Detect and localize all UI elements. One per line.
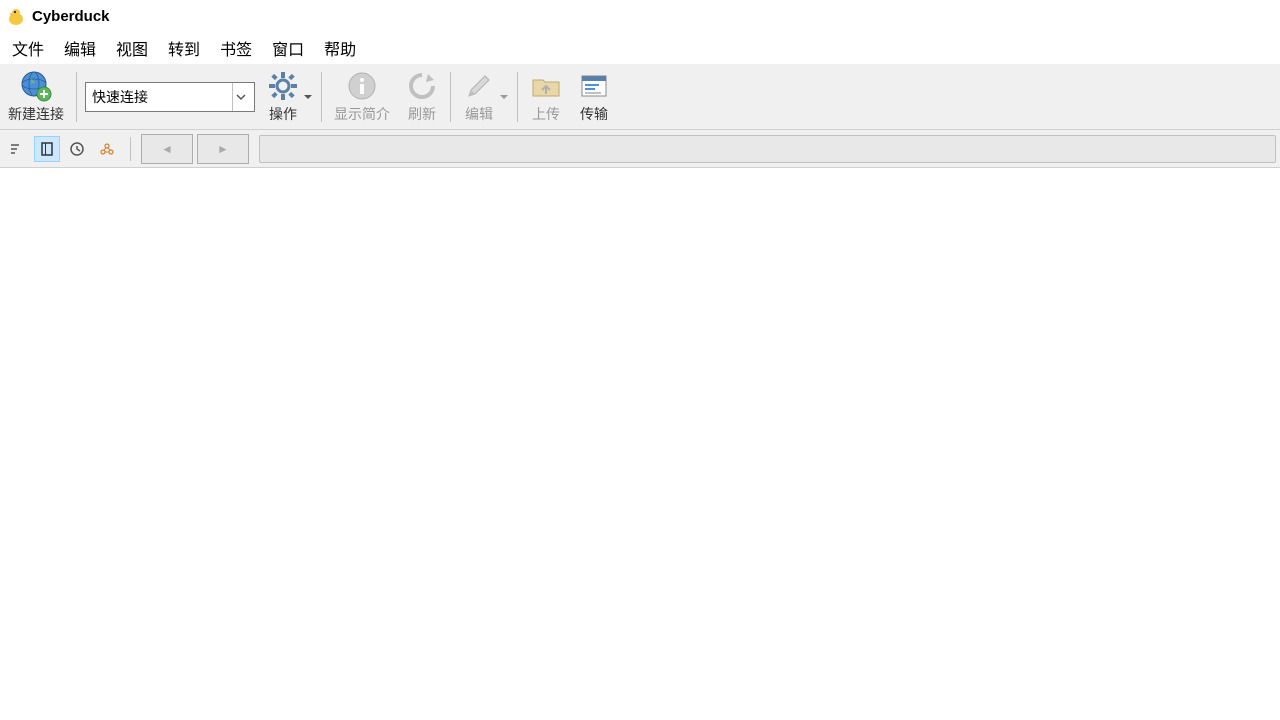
transfer-window-icon (578, 70, 610, 102)
app-title: Cyberduck (32, 8, 110, 25)
gear-icon (267, 70, 299, 102)
toolbar-separator (321, 72, 322, 122)
edit-label: 编辑 (465, 104, 493, 124)
transfer-button[interactable]: 传输 (570, 67, 618, 127)
toolbar-separator (76, 72, 77, 122)
menu-goto[interactable]: 转到 (158, 32, 210, 64)
titlebar: Cyberduck (0, 0, 1280, 32)
menu-view[interactable]: 视图 (106, 32, 158, 64)
toolbar-separator (517, 72, 518, 122)
info-icon (346, 70, 378, 102)
action-dropdown-icon[interactable] (303, 66, 313, 127)
list-sort-icon[interactable] (4, 136, 30, 162)
toolbar-separator (450, 72, 451, 122)
forward-button[interactable]: ► (197, 134, 249, 164)
forward-arrow-icon: ► (217, 142, 229, 156)
upload-label: 上传 (532, 104, 560, 124)
history-view-icon[interactable] (64, 136, 90, 162)
show-info-label: 显示简介 (334, 104, 390, 124)
new-connection-button[interactable]: 新建连接 (0, 67, 72, 127)
action-label: 操作 (269, 104, 297, 124)
menu-file[interactable]: 文件 (2, 32, 54, 64)
action-button[interactable]: 操作 (259, 67, 307, 127)
show-info-button[interactable]: 显示简介 (326, 67, 398, 127)
toolbar: 新建连接 快速连接 (0, 64, 1280, 130)
navbar: ◄ ► (0, 130, 1280, 168)
path-input[interactable] (259, 135, 1276, 163)
refresh-button[interactable]: 刷新 (398, 67, 446, 127)
content-area (0, 168, 1280, 720)
quick-connect-text: 快速连接 (92, 87, 232, 107)
back-button[interactable]: ◄ (141, 134, 193, 164)
upload-button[interactable]: 上传 (522, 67, 570, 127)
app-icon (6, 6, 26, 26)
menubar: 文件 编辑 视图 转到 书签 窗口 帮助 (0, 32, 1280, 64)
edit-button[interactable]: 编辑 (455, 67, 503, 127)
edit-dropdown-icon[interactable] (499, 66, 509, 127)
back-arrow-icon: ◄ (161, 142, 173, 156)
pencil-icon (463, 70, 495, 102)
new-connection-label: 新建连接 (8, 104, 64, 124)
folder-upload-icon (530, 70, 562, 102)
bookmarks-view-icon[interactable] (34, 136, 60, 162)
globe-plus-icon (20, 70, 52, 102)
chevron-down-icon (232, 83, 248, 111)
menu-window[interactable]: 窗口 (262, 32, 314, 64)
menu-help[interactable]: 帮助 (314, 32, 366, 64)
menu-edit[interactable]: 编辑 (54, 32, 106, 64)
navbar-separator (130, 137, 131, 161)
refresh-icon (406, 70, 438, 102)
quick-connect-combo[interactable]: 快速连接 (85, 82, 255, 112)
menu-bookmarks[interactable]: 书签 (210, 32, 262, 64)
transfer-label: 传输 (580, 104, 608, 124)
bonjour-view-icon[interactable] (94, 136, 120, 162)
refresh-label: 刷新 (408, 104, 436, 124)
